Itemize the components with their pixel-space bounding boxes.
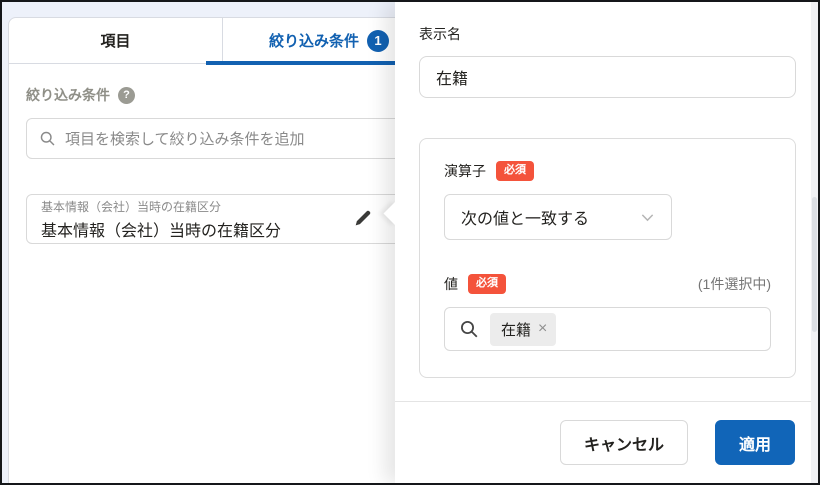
condition-search-input[interactable]: 項目を検索して絞り込み条件を追加 bbox=[26, 118, 418, 159]
filter-panel: 項目 絞り込み条件 1 絞り込み条件 ? 項目を検索して絞り込み条件を追加 基本… bbox=[8, 17, 432, 483]
operator-required-badge: 必須 bbox=[496, 161, 534, 181]
tab-filter-label: 絞り込み条件 bbox=[269, 33, 360, 50]
value-label-row: 値 必須 (1件選択中) bbox=[444, 274, 771, 294]
value-label: 値 bbox=[444, 276, 458, 292]
chip-remove-icon[interactable]: × bbox=[538, 321, 547, 337]
selected-value-chip: 在籍 × bbox=[490, 312, 557, 346]
edit-condition-button[interactable] bbox=[353, 208, 373, 228]
condition-display-name: 基本情報（会社）当時の在籍区分 bbox=[41, 222, 282, 240]
operator-label: 演算子 bbox=[444, 163, 486, 179]
scrollbar-thumb[interactable] bbox=[812, 197, 817, 332]
operator-selected-option: 次の値と一致する bbox=[461, 211, 590, 228]
scrollbar-track[interactable] bbox=[811, 2, 818, 483]
tab-items-label: 項目 bbox=[100, 33, 131, 50]
search-icon bbox=[459, 319, 479, 339]
display-name-input[interactable]: 在籍 bbox=[419, 56, 796, 98]
operator-select[interactable]: 次の値と一致する bbox=[444, 194, 672, 240]
condition-field-label: 基本情報（会社）当時の在籍区分 bbox=[41, 200, 222, 214]
section-title: 絞り込み条件 bbox=[26, 87, 110, 103]
filter-condition-editor: 項目 絞り込み条件 1 絞り込み条件 ? 項目を検索して絞り込み条件を追加 基本… bbox=[0, 0, 820, 485]
section-header: 絞り込み条件 ? bbox=[26, 85, 431, 105]
display-name-value: 在籍 bbox=[436, 71, 469, 88]
condition-settings-card: 演算子 必須 次の値と一致する 値 必須 (1件選択中) 在籍 × bbox=[419, 138, 796, 378]
cancel-button[interactable]: キャンセル bbox=[560, 420, 688, 465]
left-panel-background: 項目 絞り込み条件 1 絞り込み条件 ? 項目を検索して絞り込み条件を追加 基本… bbox=[2, 2, 432, 483]
dialog-footer: キャンセル 適用 bbox=[395, 401, 818, 483]
value-multiselect-input[interactable]: 在籍 × bbox=[444, 307, 771, 351]
value-required-badge: 必須 bbox=[468, 274, 506, 294]
tabbar: 項目 絞り込み条件 1 bbox=[9, 18, 431, 65]
search-icon bbox=[39, 130, 56, 147]
chip-label: 在籍 bbox=[501, 321, 532, 339]
edit-condition-dialog: 表示名 在籍 演算子 必須 次の値と一致する 値 必須 (1件選択中) 在籍 ×… bbox=[383, 2, 818, 483]
tab-items[interactable]: 項目 bbox=[9, 18, 223, 63]
operator-label-row: 演算子 必須 bbox=[444, 161, 771, 181]
condition-list-item[interactable]: 基本情報（会社）当時の在籍区分 基本情報（会社）当時の在籍区分 bbox=[26, 194, 418, 244]
help-icon[interactable]: ? bbox=[118, 86, 135, 104]
filter-count-badge: 1 bbox=[367, 29, 390, 52]
selection-count: (1件選択中) bbox=[697, 276, 771, 292]
search-placeholder: 項目を検索して絞り込み条件を追加 bbox=[65, 131, 305, 148]
apply-button[interactable]: 適用 bbox=[715, 420, 795, 465]
chevron-down-icon bbox=[640, 210, 655, 225]
display-name-label: 表示名 bbox=[419, 26, 461, 42]
filter-panel-content: 絞り込み条件 ? 項目を検索して絞り込み条件を追加 基本情報（会社）当時の在籍区… bbox=[9, 85, 431, 244]
